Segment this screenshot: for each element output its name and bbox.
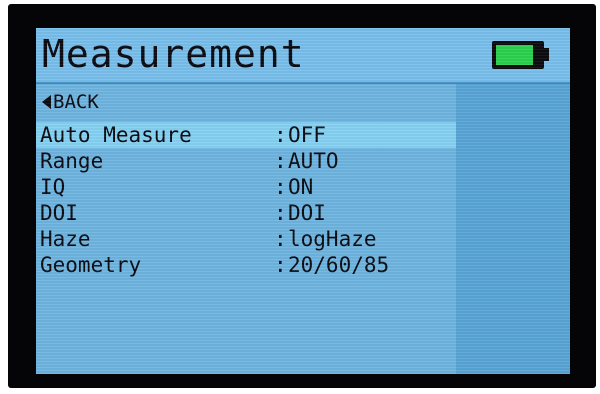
back-label: BACK: [53, 91, 99, 113]
menu-item-separator: :: [274, 175, 287, 199]
menu-item-value: logHaze: [288, 227, 377, 251]
page-title: Measurement: [42, 32, 305, 76]
menu-item-iq[interactable]: IQ : ON: [36, 174, 456, 200]
lcd-screen: Measurement BACK Auto Measure : OFF Rang…: [36, 28, 570, 374]
menu-item-label: Haze: [40, 227, 91, 251]
menu-item-label: Range: [40, 149, 104, 173]
title-bar: Measurement: [36, 28, 570, 84]
menu-item-label: Auto Measure: [40, 123, 192, 147]
menu-item-value: 20/60/85: [288, 253, 390, 277]
menu-item-separator: :: [274, 149, 287, 173]
device-photo: Measurement BACK Auto Measure : OFF Rang…: [0, 0, 600, 394]
menu-item-value: AUTO: [288, 149, 339, 173]
menu-item-doi[interactable]: DOI : DOI: [36, 200, 456, 226]
menu-item-value: ON: [288, 175, 314, 199]
menu-item-separator: :: [274, 201, 287, 225]
battery-tip: [543, 48, 549, 61]
menu-item-separator: :: [274, 123, 287, 147]
back-arrow-icon: [42, 95, 51, 109]
menu-item-haze[interactable]: Haze : logHaze: [36, 226, 456, 252]
battery-fill: [496, 45, 533, 65]
battery-icon: [492, 41, 550, 69]
menu-item-label: Geometry: [40, 253, 142, 277]
menu-item-value: DOI: [288, 201, 326, 225]
back-button[interactable]: BACK: [42, 88, 99, 116]
menu-item-geometry[interactable]: Geometry : 20/60/85: [36, 252, 456, 278]
menu-item-label: DOI: [40, 201, 78, 225]
menu-item-value: OFF: [288, 123, 326, 147]
menu-item-range[interactable]: Range : AUTO: [36, 148, 456, 174]
menu-item-separator: :: [274, 227, 287, 251]
side-panel: [456, 84, 570, 374]
menu-item-separator: :: [274, 253, 287, 277]
menu-item-label: IQ: [40, 175, 66, 199]
battery-body: [492, 41, 544, 69]
menu-item-auto-measure[interactable]: Auto Measure : OFF: [36, 122, 456, 148]
